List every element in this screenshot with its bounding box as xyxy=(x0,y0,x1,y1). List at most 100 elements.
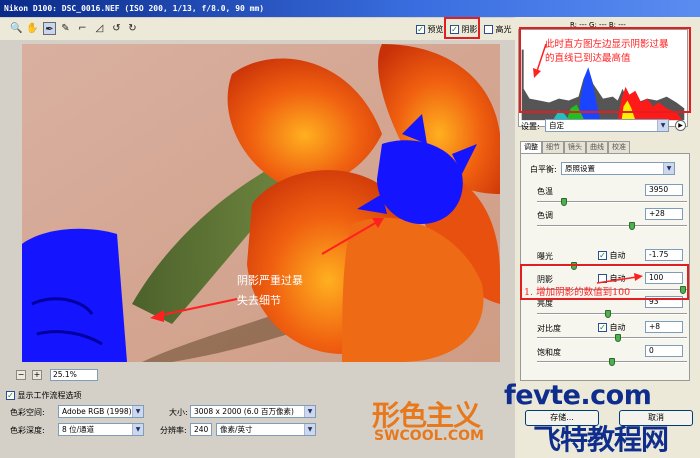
tab-curve[interactable]: 曲线 xyxy=(586,141,608,153)
resolution-value: 240 xyxy=(194,425,209,434)
slider-thumb[interactable] xyxy=(629,222,635,230)
wb-label: 白平衡: xyxy=(530,165,557,174)
depth-select[interactable]: 8 位/通道 ▼ xyxy=(58,423,144,436)
wb-select[interactable]: 原照设置 ▼ xyxy=(561,162,675,175)
exposure-input[interactable]: -1.75 xyxy=(645,249,683,261)
colorspace-label: 色彩空间: xyxy=(10,408,45,417)
tab-lens[interactable]: 镜头 xyxy=(564,141,586,153)
highlights-clipping-label: 高光 xyxy=(495,25,512,34)
saturation-label: 饱和度 xyxy=(537,348,561,357)
contrast-value: +8 xyxy=(649,322,661,331)
settings-value: 自定 xyxy=(549,121,564,130)
saturation-value: 0 xyxy=(649,346,654,355)
settings-label: 设置: xyxy=(521,122,540,131)
exposure-value: -1.75 xyxy=(649,250,669,259)
brightness-slider[interactable] xyxy=(537,310,687,318)
zoom-bar: − + 25.1% xyxy=(14,369,114,383)
slider-thumb[interactable] xyxy=(605,310,611,318)
saturation-input[interactable]: 0 xyxy=(645,345,683,357)
depth-label: 色彩深度: xyxy=(10,426,45,435)
histogram-annotation-line1: 此时直方图左边显示阴影过暴 xyxy=(545,39,669,50)
resolution-input[interactable]: 240 xyxy=(190,423,212,436)
tint-input[interactable]: +28 xyxy=(645,208,683,220)
exposure-auto-checkbox[interactable]: ✓ 自动 xyxy=(598,250,626,261)
tint-slider[interactable] xyxy=(537,222,687,230)
contrast-label: 对比度 xyxy=(537,324,561,333)
exposure-label: 曝光 xyxy=(537,252,553,261)
resolution-label: 分辨率: xyxy=(160,426,187,435)
tulip-photo xyxy=(22,44,500,362)
colorspace-value: Adobe RGB (1998) xyxy=(62,407,132,416)
colorspace-select[interactable]: Adobe RGB (1998) ▼ xyxy=(58,405,144,418)
rotate-left-icon[interactable]: ↺ xyxy=(110,22,123,35)
image-annotation-line2: 失去细节 xyxy=(237,294,281,307)
contrast-auto-checkbox[interactable]: ✓ 自动 xyxy=(598,322,626,333)
histogram-annotation-line2: 的直线已到达最高值 xyxy=(545,53,631,64)
logo-english: SWCOOL.COM xyxy=(374,428,484,444)
rotate-right-icon[interactable]: ↻ xyxy=(126,22,139,35)
tint-label: 色调 xyxy=(537,211,553,220)
straighten-tool-icon[interactable]: ◿ xyxy=(93,22,106,35)
chevron-down-icon: ▼ xyxy=(304,406,315,417)
hand-tool-icon[interactable]: ✋ xyxy=(26,22,39,35)
crop-tool-icon[interactable]: ⌐ xyxy=(76,22,89,35)
chevron-down-icon: ▼ xyxy=(132,406,143,417)
zoom-out-button[interactable]: − xyxy=(16,370,26,380)
size-select[interactable]: 3008 x 2000 (6.0 百万像素) ▼ xyxy=(190,405,316,418)
tab-detail[interactable]: 细节 xyxy=(542,141,564,153)
checkbox-empty-icon xyxy=(484,25,493,34)
tab-adjust[interactable]: 调整 xyxy=(520,141,542,153)
preview-label: 预览 xyxy=(427,25,444,34)
size-value: 3008 x 2000 (6.0 百万像素) xyxy=(194,407,294,416)
chevron-down-icon: ▼ xyxy=(663,163,674,174)
slider-thumb[interactable] xyxy=(615,334,621,342)
image-annotation-line1: 阴影严重过暴 xyxy=(237,274,303,287)
watermark-site-name: 飞特教程网 xyxy=(533,423,669,456)
window-title: Nikon D100: DSC_0016.NEF (ISO 200, 1/13,… xyxy=(0,0,700,17)
zoom-level-value: 25.1% xyxy=(53,370,77,379)
auto-label: 自动 xyxy=(609,323,626,332)
preview-checkbox[interactable]: ✓ 预览 xyxy=(416,24,444,35)
resolution-unit-value: 像素/英寸 xyxy=(220,425,253,434)
contrast-slider[interactable] xyxy=(537,334,687,342)
annotation-arrow-shadows xyxy=(596,273,643,284)
slider-thumb[interactable] xyxy=(609,358,615,366)
zoom-in-button[interactable]: + xyxy=(32,370,42,380)
checkmark-icon: ✓ xyxy=(416,25,425,34)
settings-menu-icon[interactable]: ▶ xyxy=(675,120,686,131)
depth-value: 8 位/通道 xyxy=(62,425,95,434)
eyedropper-tool-icon[interactable]: ✒ xyxy=(43,22,56,35)
size-label: 大小: xyxy=(169,408,188,417)
shadows-annotation: 1. 增加阴影的数值到100 xyxy=(524,287,631,298)
zoom-level-select[interactable]: 25.1% xyxy=(50,369,98,381)
tab-calibrate[interactable]: 校准 xyxy=(608,141,630,153)
temperature-input[interactable]: 3950 xyxy=(645,184,683,196)
tint-value: +28 xyxy=(649,209,665,218)
histogram-annotation: 此时直方图左边显示阴影过暴 的直线已到达最高值 xyxy=(545,38,669,66)
checkmark-icon: ✓ xyxy=(6,391,15,400)
settings-row: 设置: xyxy=(521,121,540,132)
tab-bar: 调整 细节 镜头 曲线 校准 xyxy=(520,141,630,153)
zoom-tool-icon[interactable]: 🔍 xyxy=(10,22,23,35)
highlights-clipping-checkbox[interactable]: 高光 xyxy=(484,24,512,35)
resolution-unit-select[interactable]: 像素/英寸 ▼ xyxy=(216,423,316,436)
slider-thumb[interactable] xyxy=(561,198,567,206)
watermark-url: fevte.com xyxy=(504,380,652,411)
workflow-title: 显示工作流程选项 xyxy=(17,391,82,400)
temperature-label: 色温 xyxy=(537,187,553,196)
saturation-slider[interactable] xyxy=(537,358,687,366)
chevron-down-icon: ▼ xyxy=(304,424,315,435)
auto-label: 自动 xyxy=(609,251,626,260)
contrast-input[interactable]: +8 xyxy=(645,321,683,333)
settings-select[interactable]: 自定 ▼ xyxy=(545,119,669,132)
temperature-slider[interactable] xyxy=(537,198,687,206)
chevron-down-icon: ▼ xyxy=(132,424,143,435)
color-sampler-icon[interactable]: ✎ xyxy=(59,22,72,35)
image-preview[interactable]: 阴影严重过暴 失去细节 xyxy=(22,44,500,362)
temperature-value: 3950 xyxy=(649,185,669,194)
annotation-arrow-histogram xyxy=(533,43,547,78)
checkmark-icon: ✓ xyxy=(598,323,607,332)
wb-value: 原照设置 xyxy=(565,164,595,173)
annotation-box-shadows-checkbox xyxy=(444,17,480,39)
workflow-toggle[interactable]: ✓ 显示工作流程选项 xyxy=(6,390,82,401)
